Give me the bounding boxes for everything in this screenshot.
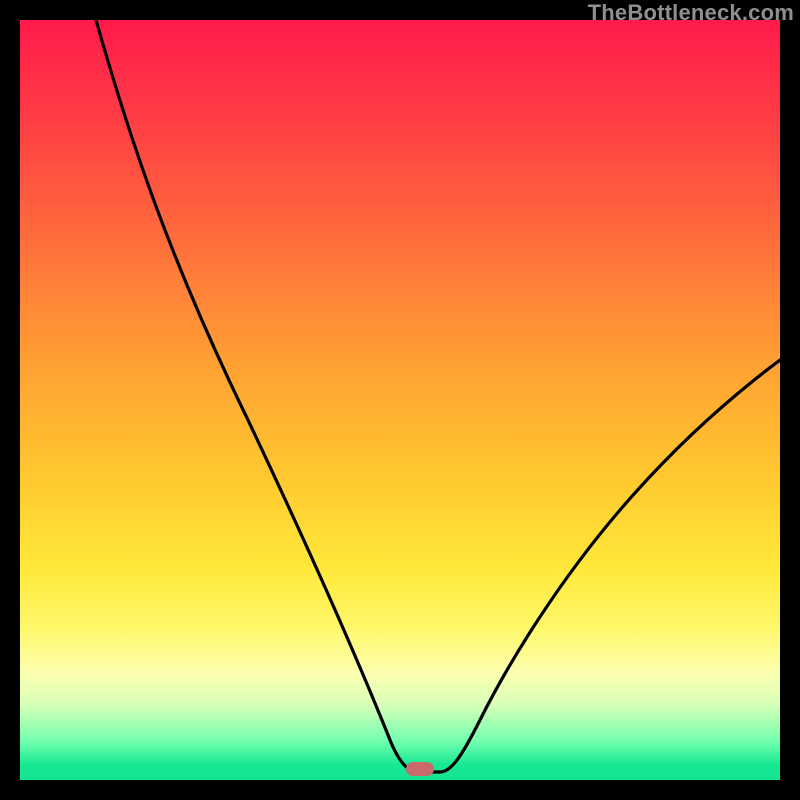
minimum-marker [406,762,434,776]
plot-area [20,20,780,780]
chart-frame: TheBottleneck.com [0,0,800,800]
curve-path [96,20,780,772]
bottleneck-curve [20,20,780,780]
